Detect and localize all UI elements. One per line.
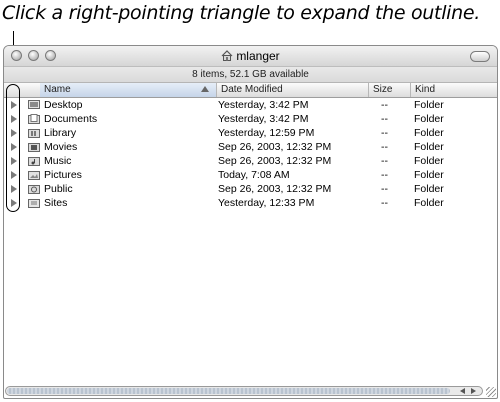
row-kind: Folder <box>414 113 444 125</box>
pictures-folder-icon <box>28 171 40 180</box>
row-size: -- <box>381 113 388 125</box>
table-row[interactable]: Desktop Yesterday, 3:42 PM -- Folder <box>4 98 497 112</box>
row-size: -- <box>381 155 388 167</box>
sort-ascending-icon <box>201 86 209 92</box>
row-kind: Folder <box>414 183 444 195</box>
scrollbar-thumb[interactable] <box>7 388 450 394</box>
title-bar[interactable]: mlanger <box>4 46 497 67</box>
row-name: Sites <box>44 197 68 209</box>
music-folder-icon <box>28 157 40 166</box>
window-title: mlanger <box>236 49 280 63</box>
row-kind: Folder <box>414 127 444 139</box>
column-header-size[interactable]: Size <box>368 83 410 97</box>
finder-window: mlanger 8 items, 52.1 GB available Name … <box>3 45 498 399</box>
toolbar-toggle-button[interactable] <box>470 51 490 62</box>
row-name: Music <box>44 155 72 167</box>
file-list: Desktop Yesterday, 3:42 PM -- Folder Doc… <box>4 98 497 210</box>
status-bar: 8 items, 52.1 GB available <box>4 67 497 83</box>
row-size: -- <box>381 183 388 195</box>
instruction-caption: Click a right-pointing triangle to expan… <box>2 2 481 24</box>
column-header-name[interactable]: Name <box>40 83 216 97</box>
row-size: -- <box>381 99 388 111</box>
row-size: -- <box>381 197 388 209</box>
public-folder-icon <box>28 185 40 194</box>
row-size: -- <box>381 169 388 181</box>
callout-oval <box>6 84 20 212</box>
row-date: Yesterday, 12:59 PM <box>218 127 315 139</box>
table-row[interactable]: Documents Yesterday, 3:42 PM -- Folder <box>4 112 497 126</box>
resize-grip[interactable] <box>486 387 496 397</box>
documents-folder-icon <box>28 114 40 124</box>
desktop-folder-icon <box>28 100 40 109</box>
row-date: Today, 7:08 AM <box>218 169 290 181</box>
row-date: Yesterday, 12:33 PM <box>218 197 315 209</box>
table-row[interactable]: Pictures Today, 7:08 AM -- Folder <box>4 168 497 182</box>
row-size: -- <box>381 127 388 139</box>
table-row[interactable]: Movies Sep 26, 2003, 12:32 PM -- Folder <box>4 140 497 154</box>
row-kind: Folder <box>414 141 444 153</box>
row-date: Sep 26, 2003, 12:32 PM <box>218 141 332 153</box>
horizontal-scrollbar[interactable] <box>5 386 483 396</box>
row-name: Public <box>44 183 73 195</box>
row-date: Yesterday, 3:42 PM <box>218 113 309 125</box>
scroll-right-arrow-icon[interactable] <box>471 388 476 394</box>
row-kind: Folder <box>414 169 444 181</box>
table-row[interactable]: Library Yesterday, 12:59 PM -- Folder <box>4 126 497 140</box>
row-name: Pictures <box>44 169 82 181</box>
row-kind: Folder <box>414 155 444 167</box>
table-row[interactable]: Music Sep 26, 2003, 12:32 PM -- Folder <box>4 154 497 168</box>
row-name: Movies <box>44 141 78 153</box>
table-row[interactable]: Sites Yesterday, 12:33 PM -- Folder <box>4 196 497 210</box>
row-date: Yesterday, 3:42 PM <box>218 99 309 111</box>
column-header-name-label: Name <box>44 84 71 95</box>
sites-folder-icon <box>28 199 40 208</box>
scroll-left-arrow-icon[interactable] <box>460 388 465 394</box>
movies-folder-icon <box>28 143 40 152</box>
row-date: Sep 26, 2003, 12:32 PM <box>218 183 332 195</box>
row-kind: Folder <box>414 99 444 111</box>
library-folder-icon <box>28 129 40 138</box>
row-kind: Folder <box>414 197 444 209</box>
window-title-group: mlanger <box>4 49 497 63</box>
row-date: Sep 26, 2003, 12:32 PM <box>218 155 332 167</box>
home-icon <box>221 50 233 61</box>
column-header-kind[interactable]: Kind <box>410 83 497 97</box>
column-header-date[interactable]: Date Modified <box>216 83 368 97</box>
table-row[interactable]: Public Sep 26, 2003, 12:32 PM -- Folder <box>4 182 497 196</box>
row-size: -- <box>381 141 388 153</box>
row-name: Library <box>44 127 77 139</box>
row-name: Documents <box>44 113 98 125</box>
row-name: Desktop <box>44 99 83 111</box>
column-header: Name Date Modified Size Kind <box>4 83 497 98</box>
